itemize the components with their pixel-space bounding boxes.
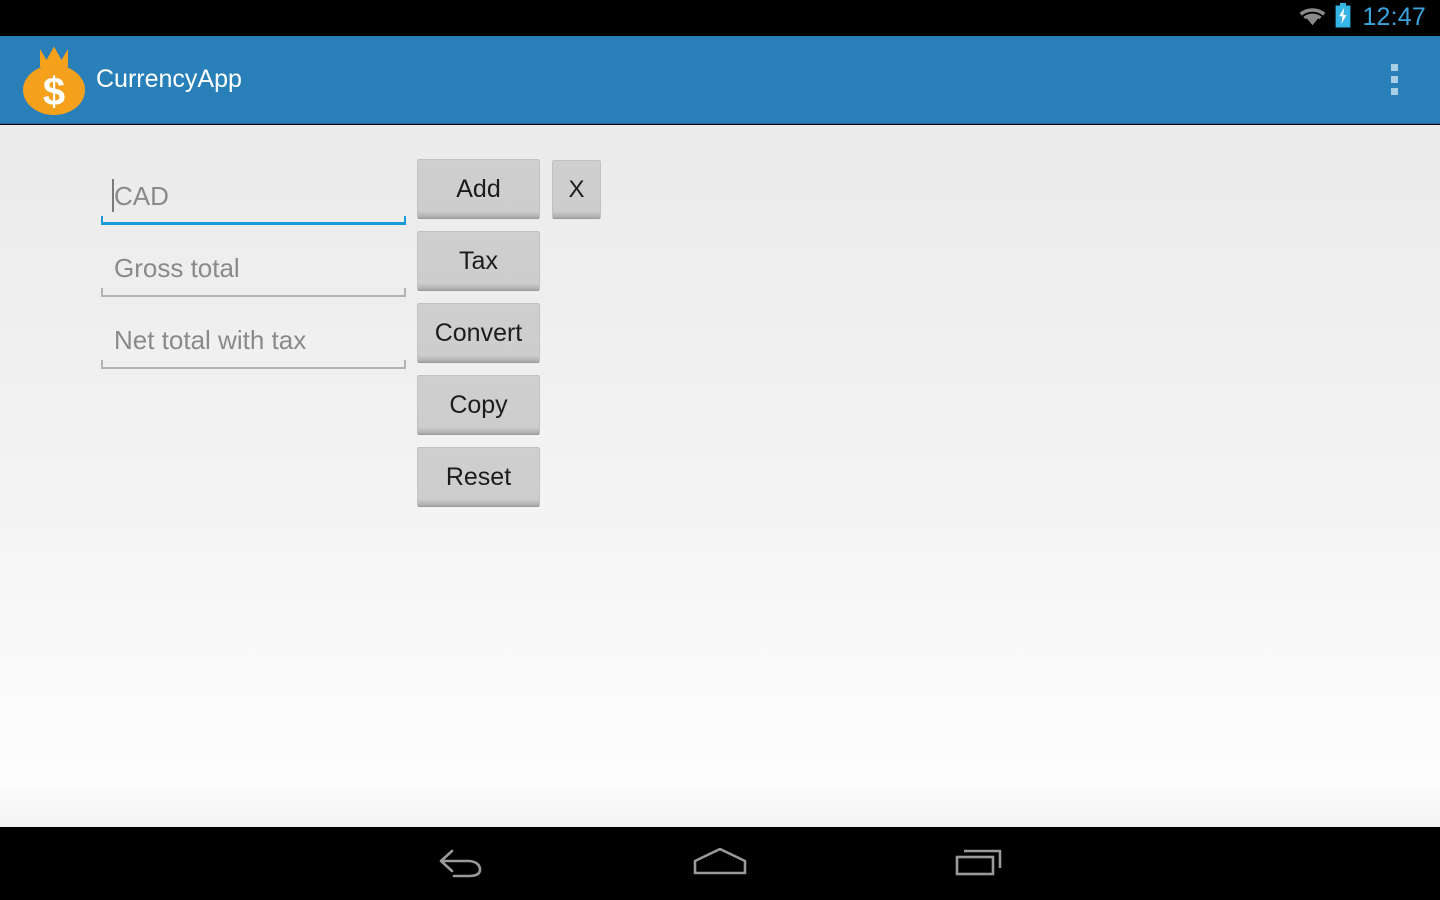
convert-button[interactable]: Convert	[417, 303, 540, 363]
copy-button[interactable]: Copy	[417, 375, 540, 435]
gross-total-input-underline	[101, 288, 406, 297]
app-content-area: CAD Gross total Net total with tax Add X…	[0, 125, 1440, 827]
overflow-dot-2	[1390, 76, 1398, 83]
reset-button[interactable]: Reset	[417, 447, 540, 507]
android-device-screen: 12:47 $ CurrencyApp CAD Gross total Net …	[0, 0, 1440, 900]
net-total-input[interactable]: Net total with tax	[101, 297, 406, 369]
money-bag-icon: $	[16, 40, 92, 120]
net-total-input-underline	[101, 360, 406, 369]
action-button-group: Add X Tax Convert Copy Reset	[417, 153, 617, 513]
button-row-convert: Convert	[417, 297, 617, 369]
home-button[interactable]	[665, 827, 775, 900]
overflow-dot-1	[1390, 64, 1398, 71]
app-title: CurrencyApp	[96, 65, 242, 93]
status-icon-group: 12:47	[1299, 3, 1426, 33]
input-field-group: CAD Gross total Net total with tax	[101, 153, 406, 369]
recent-apps-icon	[952, 844, 1008, 883]
overflow-menu-icon[interactable]	[1374, 50, 1414, 110]
button-row-tax: Tax	[417, 225, 617, 297]
button-row-copy: Copy	[417, 369, 617, 441]
gross-total-input-placeholder: Gross total	[114, 253, 240, 283]
underline-tick-right	[404, 288, 406, 297]
net-total-input-placeholder: Net total with tax	[114, 325, 307, 355]
svg-text:$: $	[43, 70, 65, 114]
status-bar: 12:47	[0, 0, 1440, 36]
underline-tick-right	[404, 360, 406, 369]
underline-line	[101, 367, 406, 369]
currency-code-input-underline	[101, 216, 406, 225]
recent-apps-button[interactable]	[925, 827, 1035, 900]
battery-charging-icon	[1335, 3, 1351, 33]
gross-total-input[interactable]: Gross total	[101, 225, 406, 297]
status-bar-clock: 12:47	[1362, 2, 1426, 31]
currency-code-input-placeholder: CAD	[114, 181, 169, 211]
button-row-reset: Reset	[417, 441, 617, 513]
android-navigation-bar	[0, 827, 1440, 900]
clear-button[interactable]: X	[552, 160, 601, 219]
add-button[interactable]: Add	[417, 159, 540, 219]
home-icon	[690, 844, 750, 883]
currency-code-input[interactable]: CAD	[101, 153, 406, 225]
back-button[interactable]	[405, 827, 515, 900]
back-arrow-icon	[432, 844, 488, 883]
underline-tick-right	[404, 216, 406, 225]
tax-button[interactable]: Tax	[417, 231, 540, 291]
button-row-add: Add X	[417, 153, 617, 225]
overflow-dot-3	[1390, 88, 1398, 95]
action-bar: $ CurrencyApp	[0, 36, 1440, 124]
wifi-icon	[1299, 6, 1326, 31]
